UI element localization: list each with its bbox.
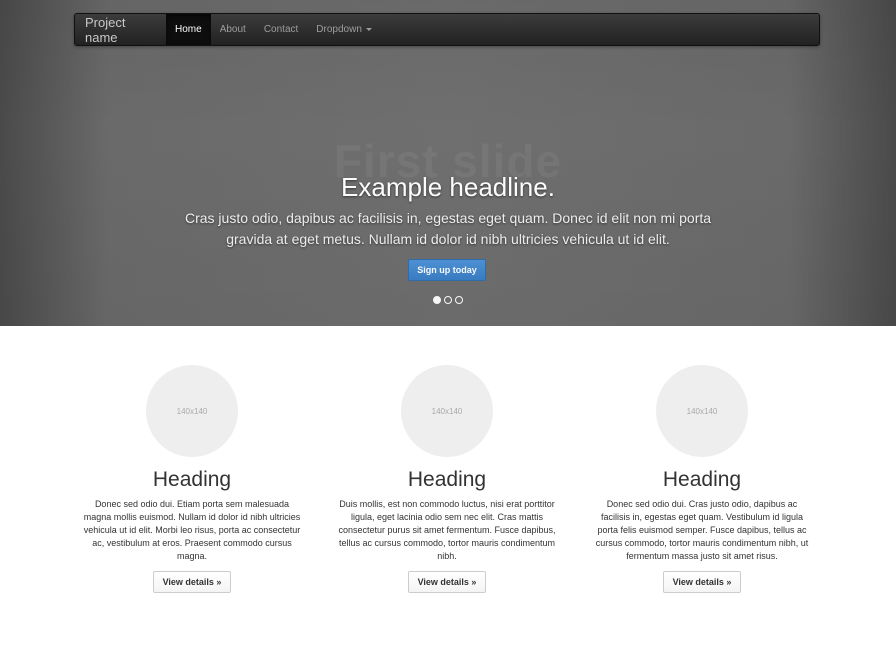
placeholder-image: 140x140: [656, 365, 748, 457]
column-heading: Heading: [152, 468, 232, 491]
nav-item-dropdown[interactable]: Dropdown: [307, 14, 381, 45]
navbar: Project name Home About Contact Dropdown: [74, 13, 820, 46]
nav-item-contact[interactable]: Contact: [255, 14, 307, 45]
column-heading: Heading: [662, 468, 742, 491]
nav-item-home[interactable]: Home: [166, 14, 211, 45]
column-text: Donec sed odio dui. Etiam porta sem male…: [83, 499, 301, 561]
nav-item-label: Contact: [263, 24, 299, 35]
brand-link[interactable]: Project name: [75, 14, 166, 45]
slide-lead-text: Cras justo odio, dapibus ac facilisis in…: [184, 210, 712, 247]
nav-menu: Home About Contact Dropdown: [166, 14, 381, 45]
caret-down-icon: [365, 28, 372, 31]
carousel-indicator-1[interactable]: [433, 296, 441, 304]
nav-item-label: Dropdown: [316, 24, 362, 35]
marketing-column-3: 140x140 Heading Donec sed odio dui. Cras…: [587, 365, 817, 593]
slide-headline: Example headline.: [341, 172, 555, 202]
image-size-label: 140x140: [176, 406, 208, 416]
view-details-button[interactable]: View details »: [153, 571, 231, 593]
nav-item-about[interactable]: About: [211, 14, 255, 45]
carousel-indicators: [0, 296, 896, 304]
image-size-label: 140x140: [686, 406, 718, 416]
marketing-column-1: 140x140 Heading Donec sed odio dui. Etia…: [77, 365, 307, 593]
carousel-indicator-3[interactable]: [455, 296, 463, 304]
view-details-button[interactable]: View details »: [408, 571, 486, 593]
nav-item-label: Home: [175, 24, 202, 35]
placeholder-image: 140x140: [146, 365, 238, 457]
column-heading: Heading: [407, 468, 487, 491]
column-text: Donec sed odio dui. Cras justo odio, dap…: [595, 499, 809, 561]
image-size-label: 140x140: [431, 406, 463, 416]
column-text: Duis mollis, est non commodo luctus, nis…: [338, 499, 556, 561]
carousel-indicator-2[interactable]: [444, 296, 452, 304]
sign-up-button[interactable]: Sign up today: [408, 259, 486, 281]
carousel: Project name Home About Contact Dropdown…: [0, 0, 896, 326]
placeholder-image: 140x140: [401, 365, 493, 457]
view-details-button[interactable]: View details »: [663, 571, 741, 593]
marketing-column-2: 140x140 Heading Duis mollis, est non com…: [332, 365, 562, 593]
nav-item-label: About: [219, 24, 246, 35]
